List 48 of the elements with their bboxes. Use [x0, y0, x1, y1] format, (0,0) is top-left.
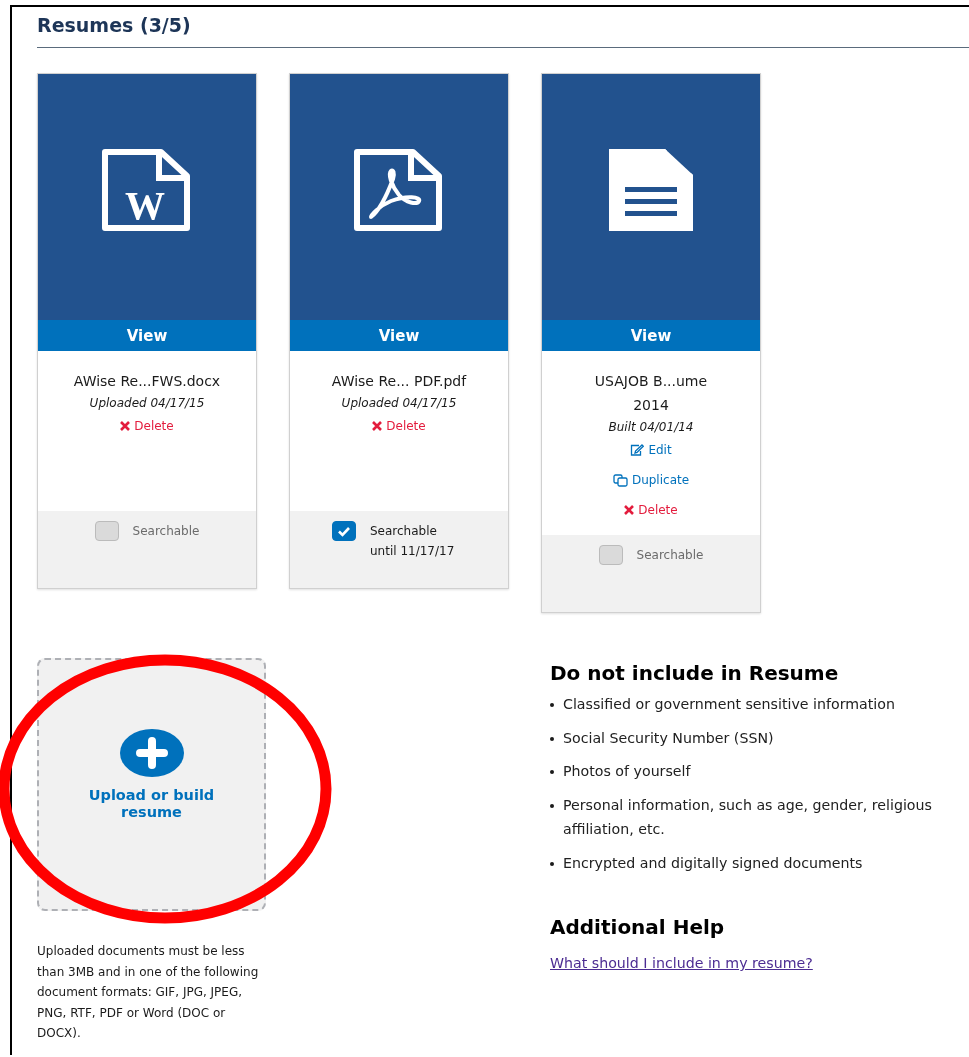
section-heading: Do not include in Resume [550, 660, 840, 687]
upload-note: Uploaded documents must be less than 3MB and in one of the following document formats: GIF, JPG, JPEG, PNG, RTF, PDF or Word (DOC or DOCX). [37, 943, 259, 1042]
bullet-icon [550, 861, 554, 866]
view-button[interactable]: View [290, 320, 508, 351]
searchable-label: Searchable [636, 547, 704, 564]
bullet-icon [550, 736, 554, 741]
list-item: Social Security Number (SSN) [563, 728, 774, 748]
file-name: USAJOB B...ume 2014 [593, 372, 709, 415]
list-item: Personal information, such as age, gender, religious affiliation, etc. [563, 795, 933, 839]
bullet-icon [550, 703, 554, 707]
searchable-label: Searchable until 11/17/17 [370, 523, 456, 560]
check-icon [337, 525, 351, 537]
document-preview[interactable]: W [38, 74, 256, 320]
plus-icon [119, 728, 184, 777]
word-document-icon: W [101, 149, 193, 231]
list-item: Classified or government sensitive information [563, 695, 895, 714]
delete-link[interactable]: Delete [624, 500, 678, 520]
edit-link[interactable]: Edit [630, 440, 672, 460]
pdf-document-icon [353, 149, 445, 231]
list-item: Photos of yourself [563, 762, 691, 781]
upload-date: Uploaded 04/17/15 [89, 395, 205, 412]
delete-link[interactable]: Delete [120, 416, 174, 436]
section-heading: Resumes (3/5) [37, 13, 192, 38]
help-link[interactable]: What should I include in my resume? [550, 955, 813, 971]
searchable-checkbox[interactable] [332, 521, 356, 541]
searchable-checkbox[interactable] [94, 521, 119, 541]
delete-link[interactable]: Delete [372, 416, 426, 436]
view-button[interactable]: View [38, 320, 256, 351]
duplicate-link[interactable]: Duplicate [612, 470, 690, 490]
view-button[interactable]: View [542, 320, 760, 351]
document-preview[interactable] [542, 74, 760, 320]
section-heading: Additional Help [550, 914, 726, 941]
upload-date: Uploaded 04/17/15 [341, 395, 457, 412]
file-name: AWise Re... PDF.pdf [331, 372, 467, 391]
copy-icon [612, 473, 628, 487]
bullet-icon [550, 770, 554, 774]
x-icon [372, 421, 383, 431]
x-icon [624, 505, 635, 515]
upload-date: Built 04/01/14 [608, 419, 694, 436]
bullet-icon [550, 803, 554, 808]
document-preview[interactable] [290, 74, 508, 320]
upload-resume-button[interactable]: Upload or build resume [37, 658, 266, 911]
list-item: Encrypted and digitally signed documents [563, 853, 863, 873]
x-icon [120, 421, 131, 431]
searchable-label: Searchable [132, 523, 200, 540]
searchable-checkbox[interactable] [598, 545, 623, 565]
edit-icon [630, 444, 645, 456]
file-name: AWise Re...FWS.docx [73, 372, 221, 391]
